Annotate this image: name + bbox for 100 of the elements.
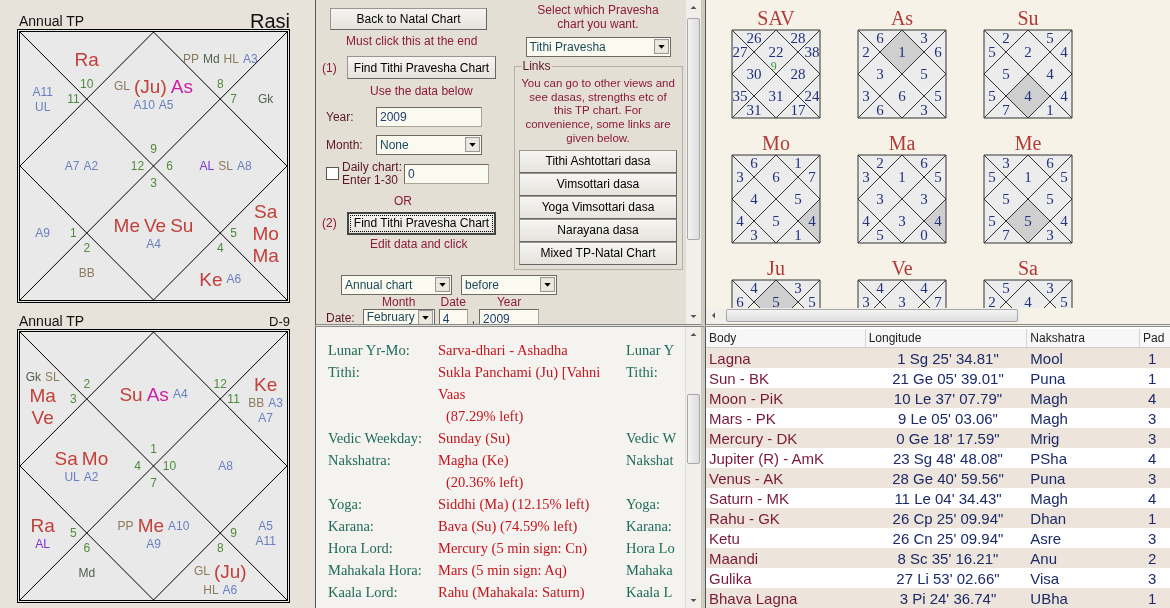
table-cell-text: 27 Li 53' 02.66" [895, 569, 1001, 587]
panchanga-label: Mahaka [626, 561, 674, 580]
horizontal-scrollbar[interactable] [706, 308, 1021, 323]
bindu-count: 4 [1024, 88, 1032, 104]
planet-label: Ke [199, 269, 223, 289]
chart-title: Annual TP [19, 313, 85, 329]
sign-number: 10 [162, 460, 177, 472]
sign-number: 5 [230, 227, 237, 239]
bindu-count: 5 [1002, 280, 1010, 296]
bindu-count: 1 [794, 155, 802, 171]
bindu-count: 4 [808, 213, 816, 229]
link-button[interactable]: Mixed TP-Natal Chart [519, 241, 677, 265]
column-header[interactable]: Nakshatra [1027, 329, 1141, 347]
arudha-label: A6 [226, 272, 242, 285]
bindu-count: 6 [898, 88, 906, 104]
special-lagna-label: PP [182, 52, 199, 65]
bindu-count: 3 [750, 227, 758, 243]
table-cell-text: Mool [1029, 349, 1064, 367]
separator-text: , [471, 311, 476, 324]
instruction-text: Use the data below [370, 84, 473, 99]
chart-title: Ma [888, 131, 916, 155]
day-input[interactable]: 0 [404, 163, 489, 184]
arudha-label: A3 [242, 52, 258, 65]
link-button[interactable]: Yoga Vimsottari dasa [519, 195, 677, 219]
table-cell-text: 4 [1147, 489, 1158, 507]
sign-number: 10 [80, 78, 94, 91]
bindu-count: 6 [876, 102, 884, 118]
table-cell-text: Gulika [708, 569, 753, 587]
sign-number: 1 [70, 227, 77, 239]
year-input[interactable]: 2009 [479, 308, 540, 324]
special-lagna-label: HL [203, 583, 219, 596]
chart-name: D-9 [269, 314, 290, 329]
bindu-count: 3 [898, 294, 906, 308]
ascendant-label: As [170, 76, 193, 96]
panchanga-value: Siddhi (Ma) (12.15% left) [438, 495, 591, 514]
scrollbar-thumb[interactable] [687, 394, 700, 464]
bindu-count: 3 [736, 169, 744, 185]
sign-number: 6 [166, 160, 173, 172]
special-lagna-label: BB [248, 396, 265, 409]
instruction-text: Select which Pravesha chart you want. [536, 3, 660, 32]
sign-number: 9 [230, 527, 237, 539]
scrollbar-thumb[interactable] [726, 309, 1018, 322]
bindu-count: 4 [920, 280, 928, 296]
table-cell-text: Saturn - MK [708, 489, 791, 507]
special-lagna-label: PP [117, 519, 134, 532]
bindu-count: 3 [876, 66, 884, 82]
table-cell-text: Sun - BK [708, 369, 771, 387]
chart-type-dropdown[interactable]: Annual chart [341, 274, 452, 295]
special-lagna-label: SL [45, 371, 60, 383]
bindu-count: 6 [736, 294, 744, 308]
date-input[interactable]: 4 [438, 308, 468, 324]
year-input[interactable]: 2009 [376, 106, 482, 127]
column-header[interactable]: Pad [1140, 329, 1170, 347]
panchanga-label: Vedic W [626, 429, 678, 448]
bindu-count: 4 [1060, 44, 1068, 60]
find-chart-button[interactable]: Find Tithi Pravesha Chart [347, 211, 496, 235]
link-button[interactable]: Vimsottari dasa [519, 172, 677, 196]
arudha-label: A7 [64, 160, 80, 172]
sign-number: 4 [216, 241, 224, 254]
vertical-scrollbar[interactable] [685, 327, 701, 608]
column-header[interactable]: Body [706, 329, 866, 347]
bindu-count: 5 [1002, 66, 1010, 82]
panchanga-value: Mars (5 min sign: Aq) [438, 561, 568, 580]
chart-title: Ve [891, 256, 913, 280]
checkbox-label: Daily chart: Enter 1-30 [342, 160, 404, 188]
vertical-scrollbar[interactable] [685, 0, 701, 324]
instruction-text: Must click this at the end [346, 34, 478, 49]
month-dropdown[interactable]: None [376, 134, 482, 155]
bindu-count: 5 [1060, 169, 1068, 185]
table-cell-text: 3 Pi 24' 36.74" [898, 589, 998, 607]
bindu-count: 7 [808, 169, 816, 185]
table-cell-text: 23 Sg 48' 48.08" [892, 449, 1004, 467]
bindu-count: 17 [790, 102, 806, 118]
sign-number: 3 [70, 393, 77, 405]
bindu-count: 7 [1002, 227, 1010, 243]
table-cell-text: 8 Sc 35' 16.21" [896, 549, 1000, 567]
panchanga-value: Bava (Su) (74.59% left) [438, 517, 579, 536]
panchanga-value: (20.36% left) [445, 473, 525, 492]
direction-dropdown[interactable]: before [461, 274, 557, 295]
sign-number: 7 [230, 93, 237, 105]
pravesha-type-dropdown[interactable]: Tithi Pravesha [525, 36, 671, 57]
column-header[interactable]: Longitude [865, 329, 1028, 347]
scrollbar-thumb[interactable] [687, 18, 700, 240]
table-cell-text: Magh [1029, 489, 1069, 507]
chart-title: Ju [767, 256, 785, 280]
find-chart-button[interactable]: Find Tithi Pravesha Chart [347, 56, 496, 80]
planet-label: (Ju) [213, 561, 247, 581]
checkbox[interactable] [326, 167, 339, 181]
link-button[interactable]: Narayana dasa [519, 218, 677, 242]
special-lagna-label: GL [114, 80, 131, 93]
back-button[interactable]: Back to Natal Chart [330, 8, 487, 30]
dropdown-arrow-icon[interactable] [417, 309, 433, 324]
planet-label: Ma [29, 386, 56, 405]
sign-number: 5 [70, 527, 77, 539]
planet-label: Me [113, 216, 140, 235]
link-button[interactable]: Tithi Ashtottari dasa [519, 149, 677, 173]
bindu-count: 3 [1046, 280, 1054, 296]
table-cell-text: Mercury - DK [708, 429, 799, 447]
bindu-count: 6 [772, 169, 780, 185]
month-dropdown[interactable]: February [362, 308, 435, 324]
